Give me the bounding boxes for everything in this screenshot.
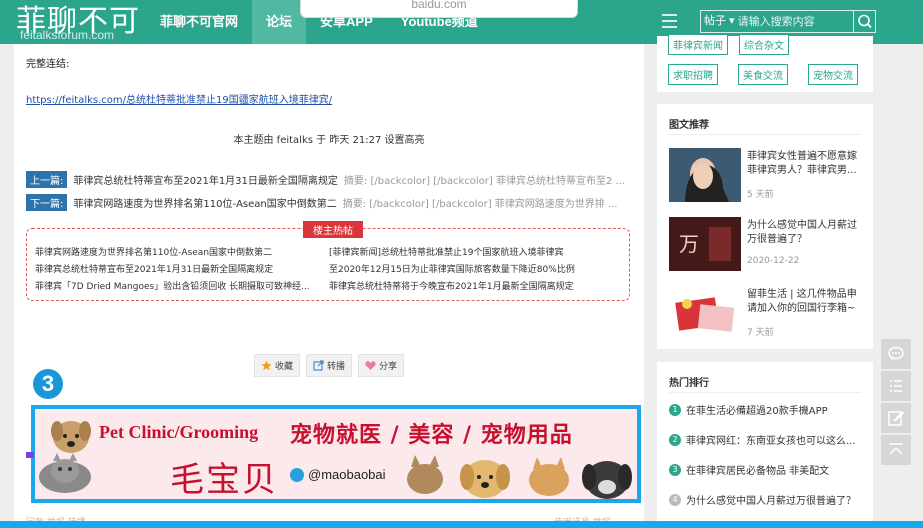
divider: [669, 134, 861, 135]
next-thread-summary: 摘要: [/backcolor] [/backcolor] 菲律宾网路速度为世界…: [342, 199, 618, 210]
nav-forum[interactable]: 论坛: [252, 0, 307, 44]
post-url-link[interactable]: https://feitalks.com/总统杜特蒂批准禁止19国疆家航班入境菲…: [26, 91, 332, 106]
tag-pets[interactable]: 宠物交流: [808, 64, 858, 85]
tag-jobs[interactable]: 求职招聘: [668, 64, 718, 85]
next-thread-title[interactable]: 菲律宾网路速度为世界排名第110位-Asean国家中倒数第二: [73, 195, 336, 210]
list-button[interactable]: [881, 371, 911, 401]
search-bar: 帖子 ▾: [700, 10, 876, 33]
hot-thread-item[interactable]: 菲律宾「7D Dried Mangoes」验出含铅须回收 长期摄取可致神经...: [35, 279, 321, 292]
star-icon: [261, 360, 272, 371]
hot-thread-item[interactable]: 至2020年12月15日为止菲律宾国际旅客数量下降近80%比例: [329, 262, 619, 275]
recommend-thumbnail: [669, 148, 741, 202]
share-label: 分享: [379, 362, 398, 372]
ad-brand-name: 毛宝贝: [170, 460, 278, 500]
hot-rank-title[interactable]: 为什么感觉中国人月薪过万很普遍了？: [686, 492, 856, 507]
logo-subtitle: feitalksforum.com: [20, 28, 115, 42]
list-icon: [890, 380, 902, 392]
recommend-panel: 图文推荐 菲律宾女性普遍不愿意嫁菲律宾男人？菲律宾男... 5 天前 万 为什么…: [657, 104, 873, 349]
hot-rank-title[interactable]: 在菲生活必備超過20款手機APP: [686, 402, 828, 417]
dog-cat-illustration-left: [39, 421, 91, 493]
tag-misc[interactable]: 综合杂文: [739, 34, 789, 55]
highlight-bottom-bar: [0, 521, 923, 528]
recommend-item-date: 7 天前: [747, 328, 774, 338]
recommend-item[interactable]: 菲律宾女性普遍不愿意嫁菲律宾男人？菲律宾男... 5 天前: [669, 148, 865, 204]
popup-text: baidu.com: [411, 0, 467, 11]
recommend-thumbnail: [669, 286, 741, 340]
hot-thread-item[interactable]: 菲律宾网路速度为世界排名第110位-Asean国家中倒数第二: [35, 245, 325, 258]
comment-icon: [888, 346, 904, 361]
prev-thread-summary: 摘要: [/backcolor] [/backcolor] 菲律宾总统杜特蒂宣布…: [343, 176, 626, 187]
hot-rank-title[interactable]: 菲律宾网红：东南亚女孩也可以这么...: [686, 432, 856, 447]
hot-thread-item[interactable]: 菲律宾总统杜特蒂将于今晚宣布2021年1月最新全国隔离规定: [329, 279, 619, 292]
rank-number: 1: [669, 403, 681, 416]
recommend-item-date: 2020-12-22: [747, 256, 800, 266]
repost-label: 转播: [326, 362, 345, 372]
ad-english-title: Pet Clinic/Grooming: [99, 422, 259, 442]
prev-thread-title[interactable]: 菲律宾总统杜特蒂宣布至2021年1月31日最新全国隔离规定: [73, 172, 338, 187]
tag-food[interactable]: 美食交流: [738, 64, 788, 85]
category-tags-panel: 菲律宾新闻 综合杂文 求职招聘 美食交流 宠物交流: [657, 34, 873, 92]
heart-icon: [365, 361, 376, 370]
share-button[interactable]: 分享: [358, 354, 405, 377]
annotation-badge: 3: [33, 369, 63, 399]
telegram-icon: [290, 467, 304, 482]
next-thread[interactable]: 下一篇: 菲律宾网路速度为世界排名第110位-Asean国家中倒数第二 摘要: …: [26, 194, 626, 211]
recommend-item-title[interactable]: 为什么感觉中国人月薪过万很普遍了？: [747, 219, 865, 247]
repost-button[interactable]: 转播: [305, 354, 352, 377]
hot-rank-item[interactable]: 4 为什么感觉中国人月薪过万很普遍了？: [669, 492, 865, 507]
recommend-item-title[interactable]: 留菲生活 | 这几件物品申请加入你的回国行李箱~: [747, 288, 865, 316]
repost-icon: [313, 360, 324, 371]
edit-icon: [888, 411, 904, 426]
hot-thread-item[interactable]: 菲律宾总统杜特蒂宣布至2021年1月31日最新全国隔离规定: [35, 262, 325, 275]
prev-thread[interactable]: 上一篇: 菲律宾总统杜特蒂宣布至2021年1月31日最新全国隔离规定 摘要: […: [26, 171, 626, 188]
recommend-item[interactable]: 万 为什么感觉中国人月薪过万很普遍了？ 2020-12-22: [669, 217, 865, 273]
recommend-item-title[interactable]: 菲律宾女性普遍不愿意嫁菲律宾男人？菲律宾男...: [747, 150, 865, 178]
svg-text:万: 万: [679, 232, 699, 256]
nav-official-site[interactable]: 菲聊不可官网: [146, 0, 252, 44]
marker-dot: [26, 452, 34, 458]
author-hot-threads: 楼主热帖 菲律宾网路速度为世界排名第110位-Asean国家中倒数第二 [菲律宾…: [26, 221, 630, 301]
rank-number: 3: [669, 463, 681, 476]
back-to-top-icon: [889, 443, 903, 455]
share-bar: 收藏 转播 分享: [14, 354, 644, 377]
hot-rank-item[interactable]: 1 在菲生活必備超過20款手機APP: [669, 402, 865, 417]
hot-ranking-title: 热门排行: [669, 378, 709, 389]
rank-number: 4: [669, 493, 681, 506]
edit-note: 本主题由 feitalks 于 昨天 21:27 设置高亮: [233, 135, 425, 146]
recommend-item-date: 5 天前: [747, 190, 774, 200]
favorite-label: 收藏: [274, 362, 293, 372]
search-input[interactable]: [737, 11, 853, 32]
recommend-thumbnail: 万: [669, 217, 741, 271]
recommend-item[interactable]: 留菲生活 | 这几件物品申请加入你的回国行李箱~ 7 天前: [669, 286, 865, 342]
menu-icon[interactable]: [662, 14, 677, 28]
full-link-label: 完整连结:: [26, 59, 70, 70]
hot-threads-title: 楼主热帖: [303, 221, 363, 238]
hot-rank-item[interactable]: 2 菲律宾网红：东南亚女孩也可以这么...: [669, 432, 865, 447]
search-type-select[interactable]: 帖子 ▾: [701, 11, 738, 32]
ad-telegram-handle: @maobaobai: [290, 467, 386, 482]
divider: [669, 392, 861, 393]
rank-number: 2: [669, 433, 681, 446]
search-icon: [858, 14, 872, 29]
tag-philippine-news[interactable]: 菲律宾新闻: [668, 34, 728, 55]
hot-rank-item[interactable]: 3 在菲律宾居民必备物品 非美配文: [669, 462, 865, 477]
ad-handle-text: @maobaobai: [308, 467, 386, 482]
search-button[interactable]: [853, 11, 875, 32]
pets-illustration-right: [407, 455, 632, 499]
hot-thread-item[interactable]: [菲律宾新闻]总统杜特蒂批准禁止19个国家航班入境菲律宾: [329, 245, 619, 258]
back-to-top-button[interactable]: [881, 435, 911, 465]
hot-ranking-panel: 热门排行 1 在菲生活必備超過20款手機APP 2 菲律宾网红：东南亚女孩也可以…: [657, 362, 873, 521]
prev-thread-tag: 上一篇:: [26, 171, 68, 188]
favorite-button[interactable]: 收藏: [253, 354, 300, 377]
post-panel: 完整连结: https://feitalks.com/总统杜特蒂批准禁止19国疆…: [14, 44, 644, 528]
recommend-title: 图文推荐: [669, 120, 709, 131]
hot-rank-title[interactable]: 在菲律宾居民必备物品 非美配文: [686, 462, 829, 477]
edit-button[interactable]: [881, 403, 911, 433]
ad-chinese-title: 宠物就医 / 美容 / 宠物用品: [290, 423, 573, 448]
url-popup: baidu.com: [300, 0, 578, 18]
next-thread-tag: 下一篇:: [26, 194, 68, 211]
pet-clinic-ad-banner[interactable]: Pet Clinic/Grooming 宠物就医 / 美容 / 宠物用品 毛宝贝…: [31, 405, 641, 503]
comment-button[interactable]: [881, 339, 911, 369]
